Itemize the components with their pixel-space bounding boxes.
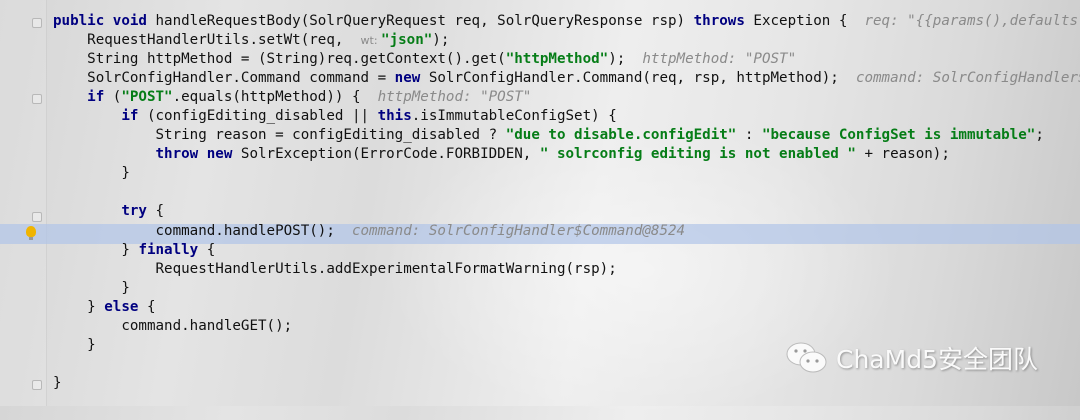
- code-text: String httpMethod = (String)req.getConte…: [87, 51, 506, 68]
- string-literal: "httpMethod": [505, 51, 609, 68]
- code-text: {: [146, 298, 156, 315]
- keyword: if: [121, 108, 147, 125]
- editor-gutter: [0, 0, 47, 406]
- code-text: SolrConfigHandler.Command(req, rsp, http…: [428, 70, 856, 87]
- code-text: + reason);: [855, 146, 950, 163]
- code-text: Exception {: [753, 13, 865, 29]
- code-text: SolrException(ErrorCode.FORBIDDEN,: [240, 146, 540, 163]
- code-text: {: [155, 203, 165, 220]
- code-line[interactable]: command.handlePOST(); command: SolrConfi…: [53, 222, 1080, 241]
- code-line[interactable]: }: [53, 374, 1080, 393]
- parameter-hint: wt:: [360, 34, 382, 48]
- code-text: }: [121, 241, 139, 258]
- code-line[interactable]: }: [53, 279, 1080, 298]
- code-line[interactable]: } else {: [53, 298, 1080, 317]
- code-text: }: [87, 298, 105, 315]
- code-text: ;: [1035, 127, 1044, 144]
- code-line[interactable]: public void handleRequestBody(SolrQueryR…: [53, 12, 1080, 31]
- string-literal: "due to disable.configEdit": [505, 127, 737, 144]
- code-line[interactable]: command.handleGET();: [53, 317, 1080, 336]
- code-line[interactable]: String httpMethod = (String)req.getConte…: [53, 50, 1080, 69]
- string-literal: "POST": [121, 89, 173, 106]
- code-text: );: [432, 32, 450, 49]
- keyword: new: [394, 70, 429, 87]
- code-line[interactable]: try {: [53, 202, 1080, 221]
- code-text: }: [121, 279, 130, 296]
- watermark: ChaMd5安全团队: [786, 340, 1038, 376]
- code-line[interactable]: RequestHandlerUtils.setWt(req, wt: "json…: [53, 31, 1080, 50]
- fold-marker-icon[interactable]: [32, 18, 42, 28]
- code-text: .isImmutableConfigSet) {: [411, 108, 617, 125]
- string-literal: " solrconfig editing is not enabled ": [539, 146, 856, 163]
- code-text: RequestHandlerUtils.setWt(req,: [87, 32, 361, 49]
- keyword: else: [104, 298, 147, 315]
- code-line[interactable]: [53, 183, 1080, 202]
- code-line[interactable]: } finally {: [53, 241, 1080, 260]
- code-text: }: [53, 374, 62, 391]
- code-editor[interactable]: public void handleRequestBody(SolrQueryR…: [53, 12, 1080, 393]
- code-line[interactable]: if (configEditing_disabled || this.isImm…: [53, 107, 1080, 126]
- code-text: :: [736, 127, 762, 144]
- debug-inline-value: req: "{{params(),defaults(: [864, 13, 1080, 29]
- debug-inline-value: httpMethod: "POST": [642, 51, 797, 68]
- keyword: finally: [138, 241, 207, 258]
- code-text: command.handleGET();: [121, 317, 293, 334]
- code-text: handleRequestBody(SolrQueryRequest req, …: [155, 13, 694, 29]
- keyword: public void: [53, 13, 156, 29]
- code-text: {: [206, 241, 216, 258]
- wechat-icon: [786, 342, 827, 373]
- code-text: }: [87, 336, 96, 353]
- string-literal: "json": [381, 32, 433, 49]
- keyword: try: [121, 203, 156, 220]
- code-text: );: [608, 51, 643, 68]
- watermark-text: ChaMd5安全团队: [836, 345, 1038, 374]
- string-literal: "because ConfigSet is immutable": [761, 127, 1036, 144]
- keyword: throws: [693, 13, 754, 29]
- debug-inline-value: command: SolrConfigHandler$: [855, 70, 1080, 87]
- fold-marker-icon[interactable]: [32, 94, 42, 104]
- code-text: .equals(httpMethod)) {: [172, 89, 378, 106]
- keyword: throw new: [155, 146, 241, 163]
- keyword: this: [377, 108, 412, 125]
- code-text: (configEditing_disabled ||: [146, 108, 378, 125]
- code-line[interactable]: RequestHandlerUtils.addExperimentalForma…: [53, 260, 1080, 279]
- fold-marker-icon[interactable]: [32, 380, 42, 390]
- code-line[interactable]: throw new SolrException(ErrorCode.FORBID…: [53, 145, 1080, 164]
- code-line[interactable]: if ("POST".equals(httpMethod)) { httpMet…: [53, 88, 1080, 107]
- debug-inline-value: httpMethod: "POST": [377, 89, 532, 106]
- code-line[interactable]: String reason = configEditing_disabled ?…: [53, 126, 1080, 145]
- code-line[interactable]: SolrConfigHandler.Command command = new …: [53, 69, 1080, 88]
- code-text: command.handlePOST();: [155, 222, 352, 239]
- keyword: if: [87, 89, 113, 106]
- debug-inline-value: command: SolrConfigHandler$Command@8524: [351, 222, 686, 239]
- code-text: SolrConfigHandler.Command command =: [87, 70, 395, 87]
- code-text: String reason = configEditing_disabled ?: [155, 127, 506, 144]
- lightbulb-icon[interactable]: [26, 226, 36, 240]
- code-line[interactable]: }: [53, 164, 1080, 183]
- code-text: RequestHandlerUtils.addExperimentalForma…: [155, 260, 617, 277]
- code-text: }: [121, 165, 130, 182]
- fold-marker-icon[interactable]: [32, 212, 42, 222]
